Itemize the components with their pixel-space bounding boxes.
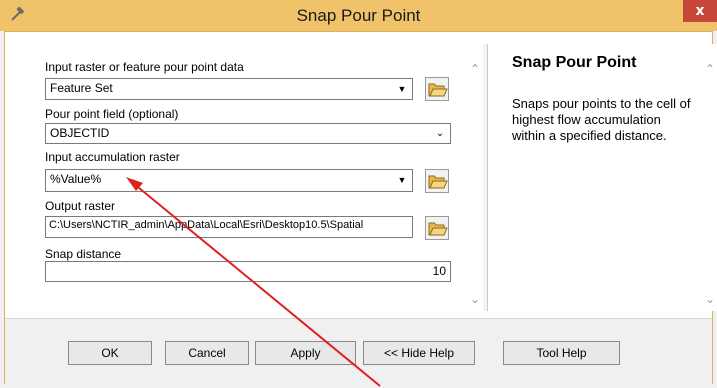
input-pour-point-combo[interactable]: Feature Set ▼: [45, 78, 413, 100]
close-button[interactable]: x: [683, 0, 717, 22]
title-bar: Snap Pour Point x: [0, 0, 717, 31]
output-raster-label: Output raster: [45, 199, 116, 213]
apply-button[interactable]: Apply: [255, 341, 356, 365]
tool-help-button[interactable]: Tool Help: [503, 341, 620, 365]
input-pour-point-label: Input raster or feature pour point data: [45, 60, 244, 74]
help-description: Snaps pour points to the cell of highest…: [512, 96, 691, 143]
accumulation-raster-value: %Value%: [50, 172, 102, 186]
folder-open-icon: [428, 222, 448, 236]
parameters-panel: Input raster or feature pour point data …: [23, 44, 480, 311]
browse-accumulation-button[interactable]: [425, 169, 449, 193]
ok-button[interactable]: OK: [68, 341, 152, 365]
browse-output-button[interactable]: [425, 216, 449, 240]
pour-point-field-label: Pour point field (optional): [45, 107, 179, 121]
accumulation-raster-combo[interactable]: %Value% ▼: [45, 169, 413, 192]
input-pour-point-value: Feature Set: [50, 81, 113, 95]
help-title: Snap Pour Point: [512, 54, 637, 71]
output-raster-field[interactable]: C:\Users\NCTIR_admin\AppData\Local\Esri\…: [45, 216, 413, 238]
pour-point-field-select[interactable]: OBJECTID ⌄: [45, 123, 451, 144]
window-title: Snap Pour Point: [296, 6, 421, 25]
snap-distance-field[interactable]: 10: [45, 261, 451, 282]
snap-distance-label: Snap distance: [45, 247, 122, 261]
folder-open-icon: [428, 83, 448, 97]
hide-help-button[interactable]: << Hide Help: [363, 341, 475, 365]
chevron-down-icon[interactable]: ⌄: [433, 127, 447, 141]
snap-pour-point-dialog: Snap Pour Point x Input raster or featur…: [0, 0, 717, 388]
chevron-up-icon[interactable]: ⌃: [468, 62, 482, 76]
chevron-up-icon[interactable]: ⌃: [703, 62, 717, 76]
cancel-button[interactable]: Cancel: [165, 341, 249, 365]
dropdown-arrow-icon[interactable]: ▼: [395, 173, 409, 187]
pour-point-field-value: OBJECTID: [50, 126, 110, 140]
chevron-down-icon[interactable]: ⌄: [703, 292, 717, 306]
button-bar: OK Cancel Apply << Hide Help Tool Help: [5, 318, 712, 385]
browse-pour-point-button[interactable]: [425, 77, 449, 101]
folder-open-icon: [428, 175, 448, 189]
chevron-down-icon[interactable]: ⌄: [468, 292, 482, 306]
accumulation-raster-label: Input accumulation raster: [45, 150, 180, 164]
help-panel: Snap Pour Point Snaps pour points to the…: [487, 44, 717, 311]
dropdown-arrow-icon[interactable]: ▼: [395, 82, 409, 96]
